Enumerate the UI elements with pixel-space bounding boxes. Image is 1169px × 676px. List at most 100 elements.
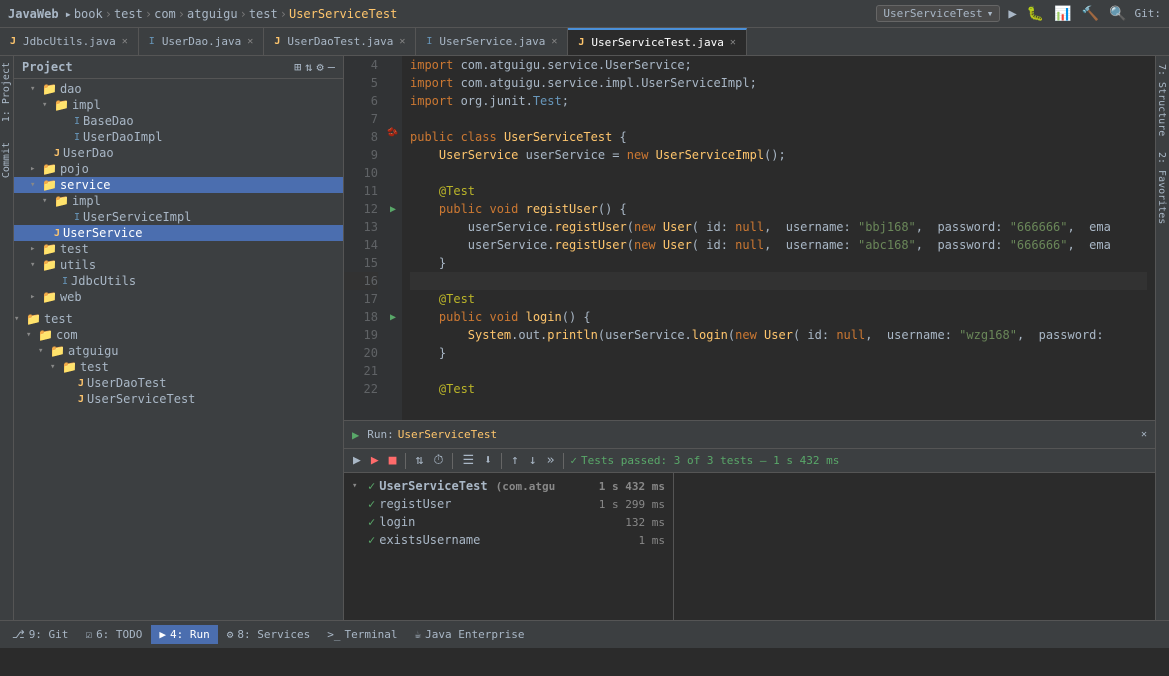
todo-icon: ☑ — [85, 628, 92, 641]
folder-icon: 📁 — [26, 312, 41, 326]
scroll-up-button[interactable]: ↑ — [508, 452, 522, 469]
close-icon[interactable]: ✕ — [399, 36, 405, 47]
sidebar-tab-commit[interactable]: Commit — [0, 136, 14, 184]
tree-item-test-root[interactable]: ▾ 📁 test — [14, 311, 343, 327]
tree-item-userserviceimpl[interactable]: I UserServiceImpl — [14, 209, 343, 225]
sidebar-tab-project[interactable]: 1: Project — [0, 56, 14, 128]
code-lines[interactable]: import com.atguigu.service.UserService; … — [402, 56, 1155, 420]
tree-item-test2[interactable]: ▾ 📁 test — [14, 359, 343, 375]
tab-jdbcutils[interactable]: J JdbcUtils.java ✕ — [0, 28, 139, 56]
tree-item-web[interactable]: ▸ 📁 web — [14, 289, 343, 305]
run-time: 1 s 299 ms — [599, 498, 665, 511]
folder-icon: 📁 — [42, 82, 57, 96]
run-label: Run: — [367, 428, 394, 441]
expand-arrow: ▾ — [38, 346, 50, 356]
tab-userdao[interactable]: I UserDao.java ✕ — [139, 28, 265, 56]
run-config-selector[interactable]: UserServiceTest ▾ — [876, 5, 1000, 22]
bottom-todo-button[interactable]: ☑ 6: TODO — [77, 625, 150, 644]
stop-button[interactable]: ■ — [386, 452, 400, 469]
brand-label: JavaWeb — [8, 7, 59, 21]
run-body: ▾ ✓ UserServiceTest (com.atgu 1 s 432 ms… — [344, 473, 1155, 620]
settings-icon[interactable]: ⚙ — [317, 60, 324, 74]
tree-item-impl[interactable]: ▾ 📁 impl — [14, 97, 343, 113]
tree-item-userservicetest2[interactable]: J UserServiceTest — [14, 391, 343, 407]
tree-item-service-impl[interactable]: ▾ 📁 impl — [14, 193, 343, 209]
more-button[interactable]: » — [544, 452, 558, 469]
tree-item-userservice[interactable]: J UserService — [14, 225, 343, 241]
expand-icon[interactable]: ⇅ — [305, 60, 312, 74]
tree-item-dao[interactable]: ▾ 📁 dao — [14, 81, 343, 97]
bottom-git-button[interactable]: ⎇ 9: Git — [4, 625, 76, 644]
debug-button[interactable]: 🐛 — [1025, 4, 1046, 24]
tree-item-userdaotest[interactable]: J UserDaoTest — [14, 375, 343, 391]
filter-button[interactable]: ☰ — [459, 452, 477, 469]
import-button[interactable]: ⬇ — [481, 452, 495, 469]
tree-item-service[interactable]: ▾ 📁 service — [14, 177, 343, 193]
rerun-button[interactable]: ▶ — [350, 452, 364, 469]
tree-item-userdao[interactable]: J UserDao — [14, 145, 343, 161]
run-suite-item[interactable]: ▾ ✓ UserServiceTest (com.atgu 1 s 432 ms — [344, 477, 673, 495]
build-button[interactable]: 🔨 — [1080, 4, 1101, 24]
run-existsusername-item[interactable]: ✓ existsUsername 1 ms — [344, 531, 673, 549]
sort-duration-button[interactable]: ⏱ — [430, 452, 446, 469]
scroll-down-button[interactable]: ↓ — [526, 452, 540, 469]
close-icon[interactable]: ✕ — [730, 37, 736, 48]
project-title: Project — [22, 60, 288, 74]
sidebar-tab-structure[interactable]: 7: Structure — [1156, 56, 1169, 144]
separator — [405, 453, 406, 469]
tree-item-atguigu[interactable]: ▾ 📁 atguigu — [14, 343, 343, 359]
java-icon: J — [78, 378, 84, 389]
rerun-failed-button[interactable]: ▶ — [368, 452, 382, 469]
close-icon[interactable]: ✕ — [247, 36, 253, 47]
separator — [563, 453, 564, 469]
active-file: UserServiceTest — [289, 7, 397, 21]
code-line-9: UserService userService = new UserServic… — [410, 146, 1147, 164]
sidebar-tab-favorites[interactable]: 2: Favorites — [1156, 144, 1169, 232]
check-icon: ✓ — [368, 515, 375, 529]
tab-userdaotest[interactable]: J UserDaoTest.java ✕ — [264, 28, 416, 56]
interface-icon: I — [74, 116, 80, 127]
bottom-run-button[interactable]: ▶ 4: Run — [151, 625, 217, 644]
tab-userservicetest[interactable]: J UserServiceTest.java ✕ — [568, 28, 747, 56]
tab-userservice[interactable]: I UserService.java ✕ — [416, 28, 568, 56]
tree-item-utils[interactable]: ▾ 📁 utils — [14, 257, 343, 273]
minus-icon[interactable]: — — [328, 60, 335, 74]
run-registuser-item[interactable]: ✓ registUser 1 s 299 ms — [344, 495, 673, 513]
layout-icon[interactable]: ⊞ — [294, 60, 301, 74]
tree-item-basedao[interactable]: I BaseDao — [14, 113, 343, 129]
gutter-run-icon[interactable]: ▶ — [390, 200, 396, 218]
expand-arrow: ▾ — [14, 314, 26, 324]
project-tree: ▾ 📁 dao ▾ 📁 impl I BaseDao I UserDaoImp — [14, 79, 343, 620]
coverage-button[interactable]: 📊 — [1052, 4, 1073, 24]
search-everywhere[interactable]: 🔍 — [1107, 4, 1128, 24]
tree-item-jdbcutils[interactable]: I JdbcUtils — [14, 273, 343, 289]
run-time: 1 ms — [639, 534, 666, 547]
run-config-name: UserServiceTest — [398, 428, 497, 441]
run-login-item[interactable]: ✓ login 132 ms — [344, 513, 673, 531]
java-file-icon: J — [578, 37, 584, 48]
code-line-21 — [410, 362, 1147, 380]
line-numbers: 45678 910111213 1415161718 19202122 — [344, 56, 384, 420]
code-line-18: public void login() { — [410, 308, 1147, 326]
bottom-bar: ⎇ 9: Git ☑ 6: TODO ▶ 4: Run ⚙ 8: Service… — [0, 620, 1169, 648]
code-line-13: userService.registUser(new User( id: nul… — [410, 218, 1147, 236]
editor-tab-bar: J JdbcUtils.java ✕ I UserDao.java ✕ J Us… — [0, 28, 1169, 56]
java-icon: J — [54, 228, 60, 239]
interface-file-icon: I — [426, 36, 432, 47]
close-run-button[interactable]: ✕ — [1141, 429, 1147, 440]
tree-item-com[interactable]: ▾ 📁 com — [14, 327, 343, 343]
sort-alpha-button[interactable]: ⇅ — [412, 452, 426, 469]
close-icon[interactable]: ✕ — [122, 36, 128, 47]
run-button[interactable]: ▶ — [1006, 4, 1018, 24]
bottom-enterprise-button[interactable]: ☕ Java Enterprise — [407, 625, 533, 644]
bottom-terminal-button[interactable]: >_ Terminal — [319, 625, 405, 644]
expand-arrow: ▾ — [352, 481, 364, 491]
code-line-15: } — [410, 254, 1147, 272]
tree-item-userdaoimpl[interactable]: I UserDaoImpl — [14, 129, 343, 145]
tree-item-pojo[interactable]: ▸ 📁 pojo — [14, 161, 343, 177]
close-icon[interactable]: ✕ — [551, 36, 557, 47]
gutter-run-icon2[interactable]: ▶ — [390, 308, 396, 326]
expand-arrow: ▾ — [30, 260, 42, 270]
tree-item-test[interactable]: ▸ 📁 test — [14, 241, 343, 257]
bottom-services-button[interactable]: ⚙ 8: Services — [219, 625, 318, 644]
